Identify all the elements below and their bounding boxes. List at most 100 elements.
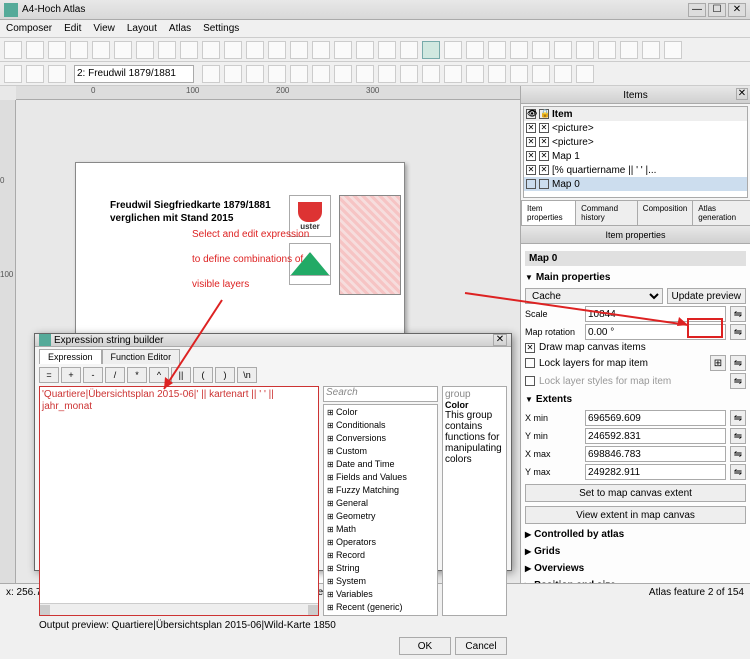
cancel-button[interactable]: Cancel [455, 637, 507, 655]
menu-settings[interactable]: Settings [203, 23, 239, 34]
scale-input[interactable] [585, 306, 726, 322]
zoom-full-icon[interactable] [268, 41, 286, 59]
tree-item[interactable]: Custom [325, 445, 436, 458]
add-image-icon[interactable] [510, 41, 528, 59]
zoom-out-icon[interactable] [312, 41, 330, 59]
zoom-tool-icon[interactable] [400, 41, 418, 59]
group-icon[interactable] [290, 65, 308, 83]
horizontal-scrollbar[interactable] [40, 603, 318, 615]
refresh-icon[interactable] [356, 41, 374, 59]
op-newline[interactable]: \n [237, 367, 257, 383]
ymax-override-button[interactable]: ⇋ [730, 464, 746, 480]
styles-override-button[interactable]: ⇋ [730, 373, 746, 389]
ymin-override-button[interactable]: ⇋ [730, 428, 746, 444]
op-lparen[interactable]: ( [193, 367, 213, 383]
select-tool-icon[interactable] [422, 41, 440, 59]
to-front-icon[interactable] [422, 65, 440, 83]
scale-override-button[interactable]: ⇋ [730, 306, 746, 322]
tab-function-editor[interactable]: Function Editor [102, 349, 181, 364]
add-legend-icon[interactable] [554, 41, 572, 59]
op-minus[interactable]: - [83, 367, 103, 383]
expression-editor[interactable]: 'Quartiere|Übersichtsplan 2015-06|' || k… [39, 386, 319, 616]
new-icon[interactable] [26, 41, 44, 59]
unlock-icon[interactable] [356, 65, 374, 83]
grids-section[interactable]: Grids [525, 543, 746, 560]
tree-item[interactable]: Operators [325, 536, 436, 549]
tree-item[interactable]: Record [325, 549, 436, 562]
atlas-preview-icon[interactable] [4, 65, 22, 83]
xmax-override-button[interactable]: ⇋ [730, 446, 746, 462]
close-panel-icon[interactable]: ✕ [736, 88, 748, 100]
ok-button[interactable]: OK [399, 637, 451, 655]
tab-expression[interactable]: Expression [39, 349, 102, 364]
tree-item[interactable]: System [325, 575, 436, 588]
add-arrow-icon[interactable] [620, 41, 638, 59]
lock-layers-checkbox[interactable] [525, 358, 535, 368]
redo-icon[interactable] [246, 41, 264, 59]
lower-icon[interactable] [400, 65, 418, 83]
dialog-close-icon[interactable]: ✕ [493, 334, 507, 346]
tree-item[interactable]: Geometry [325, 510, 436, 523]
function-search-input[interactable]: Search [323, 386, 438, 402]
op-pow[interactable]: ^ [149, 367, 169, 383]
tab-command-history[interactable]: Command history [575, 200, 638, 225]
tree-item[interactable]: Conditionals [325, 419, 436, 432]
tree-item[interactable]: General [325, 497, 436, 510]
save-template-icon[interactable] [114, 41, 132, 59]
align-center-icon[interactable] [488, 65, 506, 83]
save-icon[interactable] [4, 41, 22, 59]
add-table-icon[interactable] [642, 41, 660, 59]
atlas-next-icon[interactable] [202, 65, 220, 83]
menu-composer[interactable]: Composer [6, 23, 52, 34]
items-list[interactable]: 👁🔒Item ✕✕<picture> ✕✕<picture> ✕✕Map 1 ✕… [523, 106, 748, 198]
page-title-text[interactable]: Freudwil Siegfriedkarte 1879/1881 vergli… [110, 199, 290, 225]
atlas-export-icon[interactable] [246, 65, 264, 83]
overviews-section[interactable]: Overviews [525, 560, 746, 577]
add-map-icon[interactable] [488, 41, 506, 59]
zoom-actual-icon[interactable] [334, 41, 352, 59]
move-content-icon[interactable] [444, 41, 462, 59]
menu-edit[interactable]: Edit [64, 23, 81, 34]
op-concat[interactable]: || [171, 367, 191, 383]
view-extent-button[interactable]: View extent in map canvas [525, 506, 746, 524]
tree-item[interactable]: Recent (generic) [325, 601, 436, 614]
tab-composition[interactable]: Composition [637, 200, 693, 225]
layer-set-button[interactable]: ⊞ [710, 355, 726, 371]
tree-item[interactable]: Math [325, 523, 436, 536]
op-div[interactable]: / [105, 367, 125, 383]
tab-item-properties[interactable]: Item properties [521, 200, 576, 225]
logo-uster[interactable]: uster [289, 195, 331, 237]
extents-section[interactable]: Extents [525, 391, 746, 408]
ungroup-icon[interactable] [312, 65, 330, 83]
dup-icon[interactable] [48, 41, 66, 59]
xmax-input[interactable] [585, 446, 726, 462]
tree-item[interactable]: Fields and Values [325, 471, 436, 484]
menu-view[interactable]: View [93, 23, 115, 34]
align-bottom-icon[interactable] [576, 65, 594, 83]
draw-canvas-checkbox[interactable]: ✕ [525, 343, 535, 353]
tree-item[interactable]: Color [325, 406, 436, 419]
align-left-icon[interactable] [466, 65, 484, 83]
zoom-in-icon[interactable] [290, 41, 308, 59]
rotation-override-button[interactable]: ⇋ [730, 324, 746, 340]
controlled-section[interactable]: Controlled by atlas [525, 526, 746, 543]
tree-item[interactable]: Conversions [325, 432, 436, 445]
menu-atlas[interactable]: Atlas [169, 23, 191, 34]
tree-item[interactable]: Fuzzy Matching [325, 484, 436, 497]
ymin-input[interactable] [585, 428, 726, 444]
xmin-input[interactable] [585, 410, 726, 426]
logo-tree[interactable] [289, 243, 331, 285]
ymax-input[interactable] [585, 464, 726, 480]
close-button[interactable]: ✕ [728, 3, 746, 17]
tree-item[interactable]: String [325, 562, 436, 575]
align-middle-icon[interactable] [554, 65, 572, 83]
export-svg-icon[interactable] [180, 41, 198, 59]
edit-nodes-icon[interactable] [466, 41, 484, 59]
update-preview-button[interactable]: Update preview [667, 288, 746, 304]
overview-map[interactable] [339, 195, 401, 295]
export-image-icon[interactable] [158, 41, 176, 59]
tree-item[interactable]: Variables [325, 588, 436, 601]
position-section[interactable]: Position and size [525, 577, 746, 583]
undo-icon[interactable] [224, 41, 242, 59]
manager-icon[interactable] [70, 41, 88, 59]
